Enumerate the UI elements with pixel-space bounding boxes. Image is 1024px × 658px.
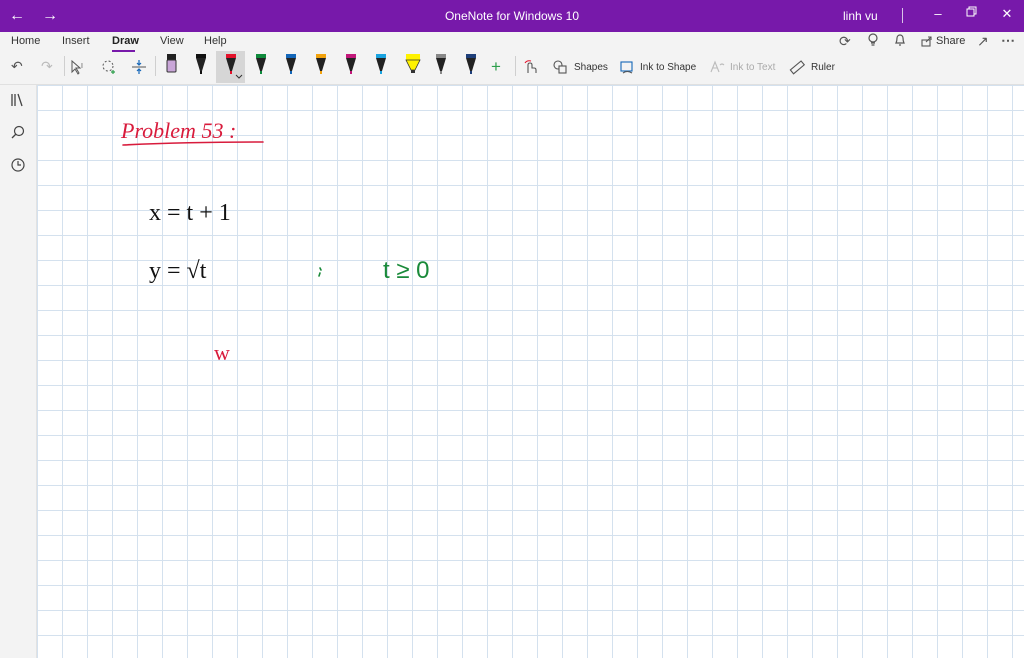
ribbon: Home Insert Draw View Help ⟳ Share ↗ ⋯ ↶… (0, 32, 1024, 85)
share-button[interactable]: Share (936, 35, 965, 47)
pen-red-icon[interactable] (223, 52, 243, 81)
search-icon[interactable] (9, 125, 27, 142)
lightbulb-icon[interactable] (867, 33, 879, 50)
touch-draw-icon[interactable] (522, 59, 538, 78)
ink-to-shape-button[interactable]: Ink to Shape (640, 62, 696, 73)
ink-to-text-button[interactable]: Ink to Text (730, 62, 775, 73)
active-tab-indicator (112, 50, 135, 52)
pen-navy-icon[interactable] (463, 52, 479, 81)
ruler-icon[interactable] (789, 59, 806, 78)
redo-icon[interactable]: ↷ (41, 58, 53, 75)
title-separator (902, 8, 903, 23)
close-icon[interactable]: ✕ (997, 6, 1017, 22)
minimize-icon[interactable]: – (928, 6, 948, 21)
pen-magenta-icon[interactable] (343, 52, 359, 81)
svg-text:w: w (214, 340, 230, 365)
tab-view[interactable]: View (160, 35, 184, 47)
sidebar (0, 85, 37, 658)
ink-red-w: w (214, 340, 230, 365)
pen-cyan-icon[interactable] (373, 52, 389, 81)
tab-home[interactable]: Home (11, 35, 40, 47)
ink-equation-x: x = t + 1 (149, 200, 231, 226)
toolbar-separator (515, 56, 516, 76)
add-space-icon[interactable] (130, 59, 148, 78)
svg-text:y = √t: y = √t (149, 258, 207, 284)
lasso-select-icon[interactable] (100, 59, 118, 78)
ruler-button[interactable]: Ruler (811, 62, 835, 73)
eraser-icon[interactable] (163, 52, 179, 81)
restore-icon[interactable] (962, 6, 982, 21)
user-name[interactable]: linh vu (843, 9, 878, 23)
tab-help[interactable]: Help (204, 35, 227, 47)
pencil-gray-icon[interactable] (433, 52, 449, 81)
ink-condition: t ≥ 0 (383, 257, 430, 284)
svg-text:t ≥ 0: t ≥ 0 (383, 257, 430, 284)
bell-icon[interactable] (894, 33, 906, 50)
ink-problem-title: Problem 53 : (120, 118, 264, 146)
svg-text:Problem 53 :: Problem 53 : (120, 118, 236, 143)
pen-green-icon[interactable] (253, 52, 269, 81)
pen-orange-icon[interactable] (313, 52, 329, 81)
pen-black-icon[interactable] (193, 52, 209, 81)
ink-green-dot (318, 267, 322, 277)
share-icon[interactable] (921, 34, 933, 50)
back-arrow-icon[interactable]: ← (9, 7, 25, 25)
highlighter-yellow-icon[interactable] (403, 52, 423, 81)
shapes-icon[interactable] (552, 59, 568, 78)
ink-to-text-icon[interactable] (709, 59, 725, 78)
ink-to-shape-icon[interactable] (619, 59, 635, 78)
expand-icon[interactable]: ↗ (977, 33, 989, 50)
add-pen-icon[interactable]: + (491, 57, 501, 77)
toolbar-separator (64, 56, 65, 76)
undo-icon[interactable]: ↶ (11, 58, 23, 75)
pen-blue-icon[interactable] (283, 52, 299, 81)
tab-draw[interactable]: Draw (112, 35, 139, 47)
title-bar: ← → OneNote for Windows 10 linh vu – ✕ (0, 0, 1024, 32)
toolbar-separator (155, 56, 156, 76)
shapes-button[interactable]: Shapes (574, 62, 608, 73)
svg-text:I: I (81, 63, 83, 70)
svg-text:x = t + 1: x = t + 1 (149, 200, 231, 226)
more-icon[interactable]: ⋯ (1001, 32, 1015, 49)
tab-insert[interactable]: Insert (62, 35, 90, 47)
sync-icon[interactable]: ⟳ (839, 33, 851, 50)
type-select-icon[interactable]: I (70, 59, 88, 78)
note-canvas[interactable]: Problem 53 : x = t + 1 y = √t t ≥ 0 w (37, 85, 1024, 658)
recent-icon[interactable] (9, 158, 27, 175)
ink-equation-y: y = √t (149, 258, 207, 284)
notebooks-icon[interactable] (9, 93, 27, 110)
forward-arrow-icon[interactable]: → (42, 7, 58, 25)
